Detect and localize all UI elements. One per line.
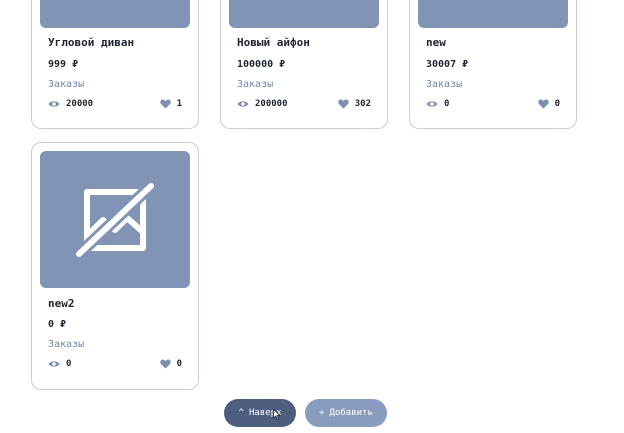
product-title: new2 [48,297,75,310]
views-count: 0 [426,99,449,109]
product-title: new [426,36,446,49]
product-card[interactable]: Угловой диван 999 ₽ Заказы 20000 1 [31,0,199,129]
heart-icon[interactable] [537,99,549,109]
product-card[interactable]: Новый айфон 100000 ₽ Заказы 200000 302 [220,0,388,129]
likes-count[interactable]: 302 [338,99,371,109]
eye-icon [237,101,249,107]
product-image [418,0,568,28]
views-value: 0 [444,99,450,109]
add-label: Добавить [329,408,373,418]
add-button[interactable]: + Добавить [305,399,387,427]
product-price: 100000 ₽ [237,59,286,70]
product-stats: 0 0 [48,357,182,371]
product-price: 30007 ₽ [426,59,469,70]
views-value: 200000 [255,99,288,109]
product-title: Угловой диван [48,36,135,49]
plus-icon: + [319,408,325,418]
views-count: 0 [48,359,71,369]
product-stats: 200000 302 [237,97,371,111]
likes-value: 0 [176,359,182,369]
views-value: 0 [66,359,72,369]
product-card[interactable]: new 30007 ₽ Заказы 0 0 [409,0,577,129]
likes-count[interactable]: 0 [537,99,560,109]
scroll-top-button[interactable]: ^ Наверх [224,399,296,427]
orders-link[interactable]: Заказы [48,339,84,350]
product-image [229,0,379,28]
orders-link[interactable]: Заказы [48,79,84,90]
eye-icon [426,101,438,107]
eye-icon [48,361,60,367]
product-stats: 0 0 [426,97,560,111]
orders-link[interactable]: Заказы [237,79,273,90]
mouse-cursor [273,409,281,420]
likes-count[interactable]: 1 [159,99,182,109]
views-value: 20000 [66,99,94,109]
heart-icon[interactable] [159,359,171,369]
views-count: 200000 [237,99,288,109]
likes-value: 0 [554,99,560,109]
chevron-up-icon: ^ [238,408,244,418]
orders-link[interactable]: Заказы [426,79,462,90]
product-title: Новый айфон [237,36,310,49]
product-image [40,0,190,28]
product-image [40,151,190,288]
likes-value: 302 [354,99,371,109]
heart-icon[interactable] [338,99,349,109]
views-count: 20000 [48,99,93,109]
likes-count[interactable]: 0 [159,359,182,369]
image-off-icon [74,181,156,258]
likes-value: 1 [176,99,182,109]
product-price: 999 ₽ [48,59,79,70]
eye-icon [48,101,60,107]
heart-icon[interactable] [159,99,171,109]
product-card[interactable]: new2 0 ₽ Заказы 0 0 [31,142,199,390]
product-stats: 20000 1 [48,97,182,111]
product-price: 0 ₽ [48,319,67,330]
